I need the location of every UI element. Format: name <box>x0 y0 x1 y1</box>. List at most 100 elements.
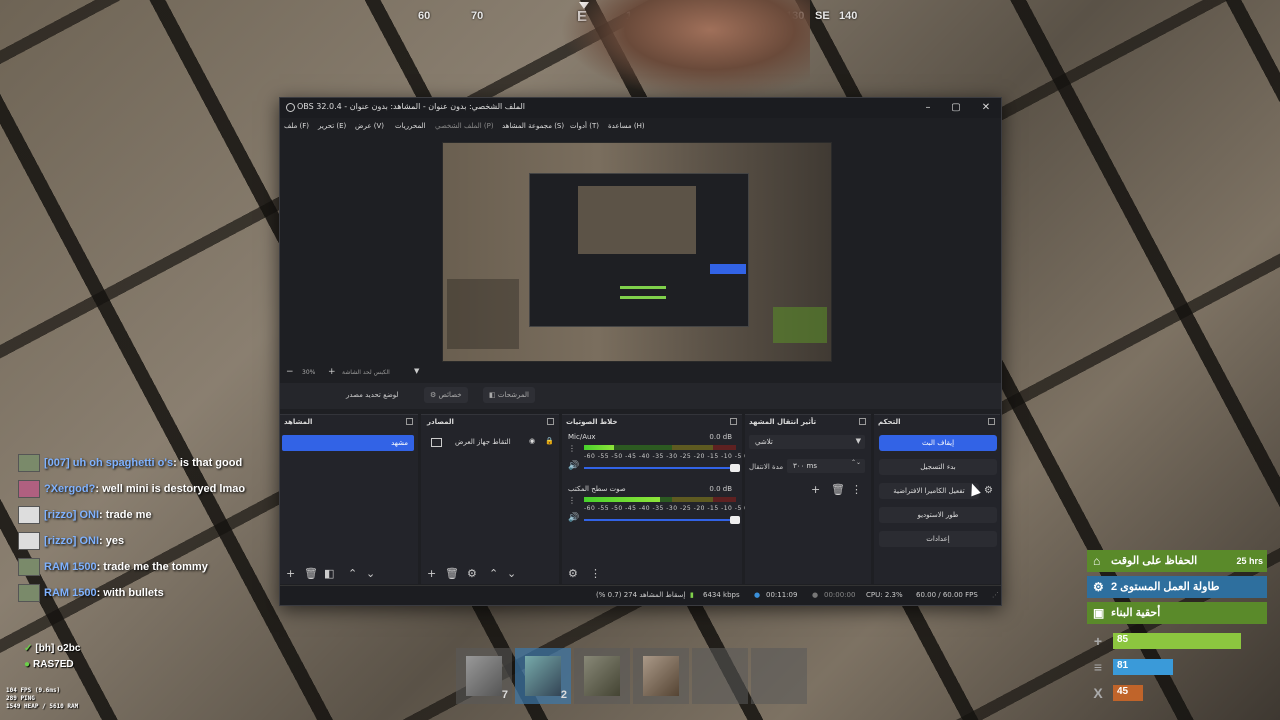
add-icon[interactable]: + <box>427 567 436 580</box>
chat-message: [rizzo] ONI: trade me <box>18 506 152 526</box>
hotbar-slot[interactable]: 7 <box>456 648 512 704</box>
duration-spinbox[interactable]: ٣٠٠ ms ⌃⌄ <box>787 459 865 473</box>
status-value: 25 hrs <box>1236 556 1263 566</box>
resize-grip-icon[interactable]: ⋰ <box>992 591 999 599</box>
dock-title: تأثير انتقال المشهد <box>749 418 817 426</box>
move-up-icon[interactable]: ⌃ <box>348 567 357 580</box>
cpu-usage: CPU: 2.3% <box>866 591 903 599</box>
more-icon[interactable]: ⋮ <box>590 567 601 580</box>
chevron-down-icon[interactable]: ▼ <box>414 367 419 375</box>
undock-icon[interactable] <box>730 418 737 425</box>
trash-icon[interactable]: 🗑 <box>445 567 459 580</box>
more-icon[interactable]: ⋮ <box>568 496 576 505</box>
undock-icon[interactable] <box>859 418 866 425</box>
close-icon[interactable]: ✕ <box>972 100 1000 116</box>
maximize-icon[interactable]: ▢ <box>942 100 970 116</box>
hydration-value: 81 <box>1117 660 1129 671</box>
obs-titlebar[interactable]: OBS 32.0.4 - الملف الشخصي: بدون عنوان - … <box>280 98 1001 118</box>
gear-icon[interactable]: ⚙ <box>467 567 477 580</box>
rifle-icon <box>525 656 561 696</box>
speaker-icon[interactable]: 🔊 <box>568 461 579 471</box>
controls-dock: التحكم إيقاف البث بدء التسجيل تفعيل الكا… <box>874 414 1000 584</box>
undock-icon[interactable] <box>547 418 554 425</box>
stop-streaming-button[interactable]: إيقاف البث <box>879 435 997 451</box>
preview-canvas[interactable] <box>442 142 832 362</box>
trash-icon[interactable]: 🗑 <box>304 567 318 580</box>
lock-icon[interactable]: 🔒 <box>545 437 554 445</box>
compass-tick: 60 <box>418 10 431 22</box>
level-meter <box>584 445 736 450</box>
house-icon: ⌂ <box>1093 554 1101 568</box>
spin-icon[interactable]: ⌃⌄ <box>851 459 861 466</box>
studio-mode-button[interactable]: طور الاستوديو <box>879 507 997 523</box>
more-icon[interactable]: ⋮ <box>851 483 862 496</box>
filters-button[interactable]: ◧ المرشحات <box>483 387 535 403</box>
chat-user: RAM 1500 <box>44 586 97 599</box>
start-virtual-camera-button[interactable]: تفعيل الكاميرا الافتراضية <box>879 483 979 499</box>
slider-handle[interactable] <box>730 464 740 472</box>
hotbar-slot[interactable] <box>574 648 630 704</box>
menu-file[interactable]: ملف (F) <box>284 122 309 130</box>
zoom-out-icon[interactable]: − <box>286 367 294 377</box>
filters-label: المرشحات <box>497 391 529 399</box>
start-recording-button[interactable]: بدء التسجيل <box>879 459 997 475</box>
gear-icon[interactable]: ⚙ <box>984 485 993 496</box>
team-member-name: [bh] o2bc <box>35 643 81 654</box>
health-icon: + <box>1093 633 1103 649</box>
add-icon[interactable]: + <box>811 483 820 496</box>
slot-count: 2 <box>560 689 567 701</box>
volume-slider[interactable] <box>584 464 740 472</box>
volume-slider[interactable] <box>584 516 740 524</box>
move-up-icon[interactable]: ⌃ <box>489 567 498 580</box>
player-character <box>560 0 810 100</box>
transition-select[interactable]: تلاشي ▼ <box>749 435 865 449</box>
move-down-icon[interactable]: ⌄ <box>366 567 375 580</box>
chat-message: [rizzo] ONI: yes <box>18 532 124 552</box>
settings-button[interactable]: إعدادات <box>879 531 997 547</box>
chat-user: [rizzo] ONI <box>44 534 99 547</box>
trash-icon[interactable]: 🗑 <box>831 483 845 496</box>
chat-message: RAM 1500: trade me the tommy <box>18 558 208 578</box>
channel-db: 0.0 dB <box>709 485 732 493</box>
signal-icon: ▮ <box>690 591 694 599</box>
menu-scene-collection[interactable]: مجموعة المشاهد (S) <box>502 122 564 130</box>
menu-tools[interactable]: أدوات (T) <box>570 122 599 130</box>
zoom-label[interactable]: الكبس لحد الشاشة <box>342 369 390 376</box>
chat-user: [007] uh oh spaghetti o's <box>44 456 174 469</box>
menu-edit[interactable]: تحرير (E) <box>318 122 346 130</box>
add-icon[interactable]: + <box>286 567 295 580</box>
zoom-in-icon[interactable]: + <box>328 367 336 377</box>
no-source-selected: لوضع تحديد مصدر <box>346 391 399 399</box>
sources-footer: + 🗑 ⚙ ⌃ ⌄ <box>421 564 559 584</box>
filter-icon[interactable]: ◧ <box>324 567 334 580</box>
menu-profile[interactable]: الملف الشخصي (P) <box>435 122 494 130</box>
chat-text: : is that good <box>173 456 243 469</box>
hotbar-slot[interactable]: 2 <box>515 648 571 704</box>
chat-text: : trade me the tommy <box>96 560 208 573</box>
mixer-channel: Mic/Aux 0.0 dB ⋮ -60 -55 -50 -45 -40 -35… <box>566 433 748 481</box>
menu-help[interactable]: مساعدة (H) <box>608 122 645 130</box>
gear-icon[interactable]: ⚙ <box>568 567 578 580</box>
properties-button[interactable]: ⚙ خصائص <box>424 387 468 403</box>
channel-name: صوت سطح المكتب <box>568 485 626 493</box>
slider-handle[interactable] <box>730 516 740 524</box>
ping-readout: 289 PING <box>6 695 35 702</box>
undock-icon[interactable] <box>406 418 413 425</box>
hotbar-slot[interactable] <box>751 648 807 704</box>
menu-view[interactable]: عرض (V) <box>355 122 384 130</box>
speaker-icon[interactable]: 🔊 <box>568 513 579 523</box>
minimize-icon[interactable]: – <box>914 100 942 116</box>
bitrate: 6434 kbps <box>703 591 740 599</box>
source-row[interactable]: التقاط جهاز العرض ◉ 🔒 <box>425 437 557 449</box>
filter-icon: ◧ <box>489 391 498 399</box>
eye-icon[interactable]: ◉ <box>529 437 535 445</box>
move-down-icon[interactable]: ⌄ <box>507 567 516 580</box>
menu-docks[interactable]: المحرريات <box>395 122 426 130</box>
undock-icon[interactable] <box>988 418 995 425</box>
hotbar-slot[interactable] <box>633 648 689 704</box>
hotbar-slot[interactable] <box>692 648 748 704</box>
avatar <box>18 532 40 550</box>
preview-meter <box>620 286 666 289</box>
more-icon[interactable]: ⋮ <box>568 444 576 453</box>
scene-item[interactable]: مشهد <box>282 435 414 451</box>
